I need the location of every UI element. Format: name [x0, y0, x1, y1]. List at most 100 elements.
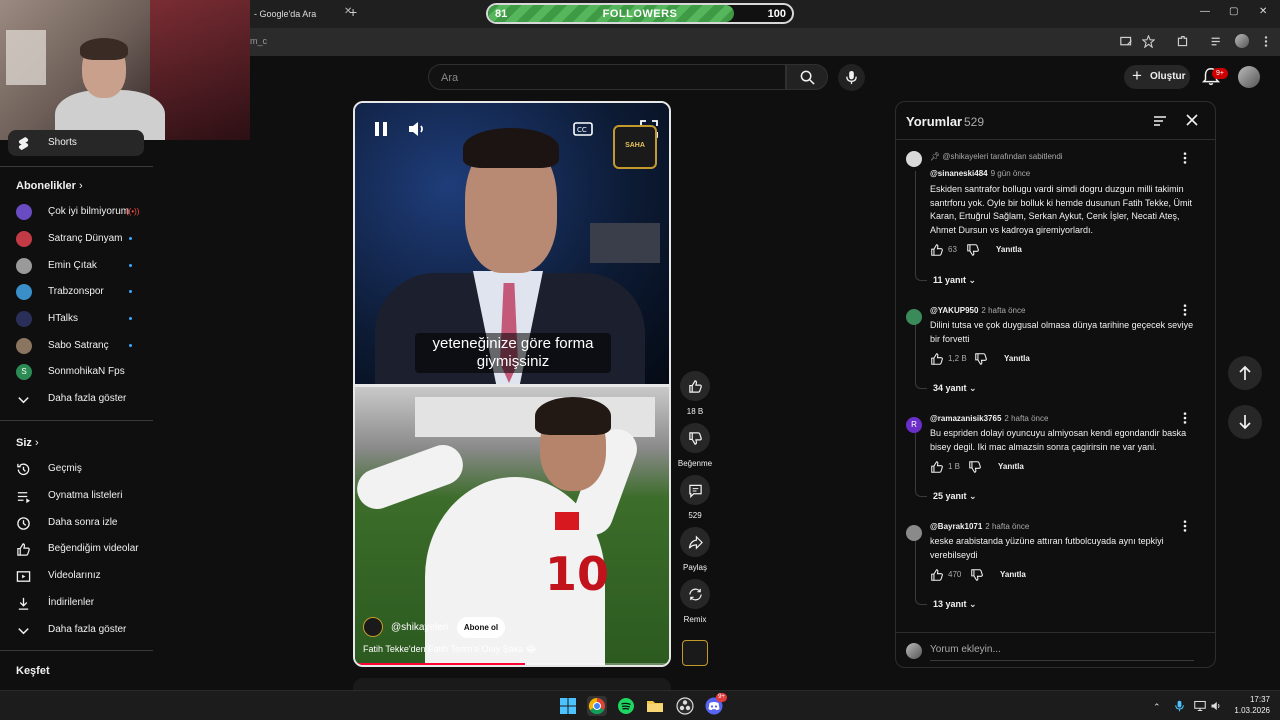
comment-avatar[interactable]	[906, 309, 922, 325]
reply-button[interactable]: Yanıtla	[998, 462, 1024, 471]
tray-microphone-icon[interactable]	[1174, 700, 1185, 712]
comment-avatar[interactable]	[906, 525, 922, 541]
subscribe-button[interactable]: Abone ol	[457, 617, 505, 638]
minimize-button[interactable]: —	[1200, 6, 1210, 17]
shorts-icon	[18, 136, 29, 151]
browser-menu-icon[interactable]	[1262, 35, 1270, 48]
comment-author[interactable]: @ramazanisik3765 2 hafta önce	[930, 414, 1048, 423]
windows-start-icon[interactable]	[558, 696, 578, 716]
spotify-icon[interactable]	[616, 696, 636, 716]
show-replies-button[interactable]: 13 yanıt ⌄	[933, 599, 977, 610]
shorts-video-player[interactable]: yeteneğinize göre forma giymişsiniz 10 C…	[353, 101, 671, 667]
thumbs-down-icon[interactable]	[970, 568, 984, 582]
comment-avatar[interactable]	[906, 151, 922, 167]
volume-icon[interactable]	[405, 117, 429, 141]
search-button[interactable]	[786, 64, 828, 90]
voice-search-button[interactable]	[838, 64, 865, 91]
sidebar-item-history[interactable]: Geçmiş	[8, 456, 144, 482]
comment-avatar[interactable]: R	[906, 417, 922, 433]
account-avatar[interactable]	[1238, 66, 1260, 88]
sidebar-subscription-item[interactable]: Sabo Satranç	[8, 333, 144, 359]
close-icon[interactable]	[1184, 112, 1200, 128]
create-button[interactable]: + Oluştur	[1124, 65, 1190, 89]
show-replies-button[interactable]: 25 yanıt ⌄	[933, 491, 977, 502]
thumbs-up-icon[interactable]	[930, 352, 944, 366]
next-short-button[interactable]	[1228, 405, 1262, 439]
channel-avatar[interactable]	[363, 617, 383, 637]
pause-icon[interactable]	[369, 117, 393, 141]
sidebar-item-watch-later[interactable]: Daha sonra izle	[8, 510, 144, 536]
sidebar-subscription-item[interactable]: Çok iyi bilmiyorum ((•))	[8, 199, 144, 225]
share-button[interactable]	[680, 527, 710, 557]
show-replies-button[interactable]: 11 yanıt ⌄	[933, 275, 976, 286]
more-options-icon[interactable]	[1180, 519, 1190, 533]
thumbs-up-icon[interactable]	[930, 243, 944, 257]
channel-name[interactable]: @shikayeleri	[391, 622, 448, 633]
captions-icon[interactable]: CC	[571, 117, 595, 141]
dislike-button[interactable]	[680, 423, 710, 453]
remix-button[interactable]	[680, 579, 710, 609]
previous-short-button[interactable]	[1228, 356, 1262, 390]
browser-tab[interactable]: - Google'da Ara	[250, 4, 342, 24]
taskbar-clock[interactable]: 17:37 1.03.2026	[1234, 694, 1270, 716]
bookmark-star-icon[interactable]	[1142, 35, 1155, 48]
network-icon[interactable]	[1194, 700, 1206, 712]
comment-author[interactable]: @Bayrak1071 2 hafta önce	[930, 522, 1029, 531]
more-options-icon[interactable]	[1180, 411, 1190, 425]
history-icon	[17, 463, 30, 476]
more-options-icon[interactable]	[1180, 151, 1190, 165]
speaker-icon[interactable]	[1210, 700, 1222, 712]
sidebar-subscription-item[interactable]: Satranç Dünyam	[8, 226, 144, 252]
tray-expand-icon[interactable]: ⌃	[1153, 702, 1161, 713]
video-title[interactable]: Fatih Tekke'den Fatih Terim'e Olay Şaka …	[363, 644, 536, 655]
thumbs-down-icon[interactable]	[968, 460, 982, 474]
like-button[interactable]	[680, 371, 710, 401]
close-window-button[interactable]: ✕	[1259, 6, 1267, 17]
comments-button[interactable]	[680, 475, 710, 505]
search-input[interactable]: Ara	[428, 64, 786, 90]
thumbs-down-icon[interactable]	[974, 352, 988, 366]
new-tab-button[interactable]: +	[349, 4, 357, 20]
show-replies-button[interactable]: 34 yanıt ⌄	[933, 383, 977, 394]
sidebar-show-more[interactable]: Daha fazla göster	[8, 386, 144, 412]
like-action: 18 B	[680, 371, 710, 416]
sidebar-subscription-item[interactable]: S SonmohikaN Fps	[8, 359, 144, 385]
reply-button[interactable]: Yanıtla	[996, 245, 1022, 254]
microphone-icon	[846, 71, 857, 84]
video-progress-bar[interactable]	[355, 663, 669, 665]
sidebar-item-playlists[interactable]: Oynatma listeleri	[8, 483, 144, 509]
file-explorer-icon[interactable]	[645, 696, 665, 716]
more-options-icon[interactable]	[1180, 303, 1190, 317]
thumbs-down-icon[interactable]	[966, 243, 980, 257]
sound-source-thumbnail[interactable]	[682, 640, 708, 666]
reply-button[interactable]: Yanıtla	[1000, 570, 1026, 579]
sidebar-item-liked-videos[interactable]: Beğendiğim videolar	[8, 536, 144, 562]
thumbs-up-icon[interactable]	[930, 460, 944, 474]
maximize-button[interactable]: ▢	[1229, 6, 1238, 17]
sort-icon[interactable]	[1152, 113, 1168, 129]
sidebar-subscription-item[interactable]: Trabzonspor	[8, 279, 144, 305]
subscriptions-heading[interactable]: Abonelikler ›	[16, 180, 83, 192]
browser-profile-avatar[interactable]	[1235, 34, 1249, 48]
sidebar-item-your-videos[interactable]: Videolarınız	[8, 563, 144, 589]
sidebar-show-more[interactable]: Daha fazla göster	[8, 617, 144, 643]
comment-author[interactable]: @sinaneski484 9 gün önce	[930, 169, 1030, 178]
sidebar-item-shorts[interactable]: Shorts	[8, 130, 144, 156]
obs-icon[interactable]	[675, 696, 695, 716]
sidebar-item-label: HTalks	[48, 313, 79, 324]
chrome-icon[interactable]	[587, 696, 607, 716]
you-heading[interactable]: Siz ›	[16, 437, 39, 449]
sidebar-item-downloads[interactable]: İndirilenler	[8, 590, 144, 616]
media-list-icon[interactable]	[1210, 35, 1223, 48]
comment-icon	[688, 484, 702, 498]
sidebar-subscription-item[interactable]: Emin Çıtak	[8, 253, 144, 279]
comment-author[interactable]: @YAKUP950 2 hafta önce	[930, 306, 1025, 315]
reply-button[interactable]: Yanıtla	[1004, 354, 1030, 363]
extensions-icon[interactable]	[1176, 35, 1189, 48]
thumbs-up-icon[interactable]	[930, 568, 944, 582]
address-text[interactable]: m_c	[250, 36, 267, 46]
arrow-down-icon	[1239, 415, 1251, 430]
cast-icon[interactable]	[1120, 35, 1133, 48]
sidebar-subscription-item[interactable]: HTalks	[8, 306, 144, 332]
comment-input[interactable]: Yorum ekleyin...	[930, 641, 1194, 661]
